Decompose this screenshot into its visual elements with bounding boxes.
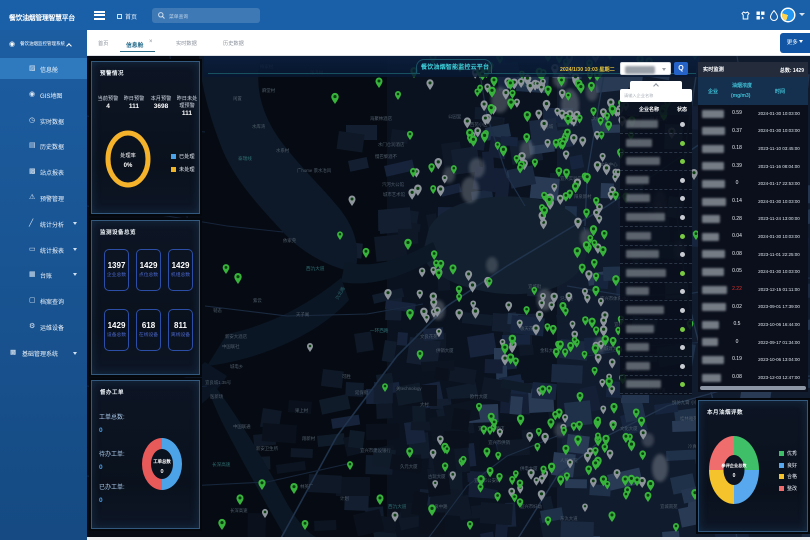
- svg-text:闲置: 闲置: [233, 95, 242, 102]
- svg-text:医新场: 医新场: [210, 393, 224, 400]
- svg-text:阳泉新村: 阳泉新村: [574, 193, 592, 200]
- svg-text:慢巴黎酒不: 慢巴黎酒不: [375, 153, 398, 160]
- svg-text:供销大厦: 供销大厦: [436, 347, 454, 354]
- svg-text:中国联通: 中国联通: [233, 423, 251, 430]
- svg-text:宜兴市供销: 宜兴市供销: [488, 439, 511, 446]
- svg-text:计划: 计划: [340, 495, 349, 502]
- svg-text:水库湾: 水库湾: [252, 123, 266, 130]
- svg-text:水门仓润酒店: 水门仓润酒店: [378, 141, 405, 148]
- svg-text:城市艺术馆: 城市艺术馆: [383, 191, 406, 198]
- svg-text:水系村: 水系村: [276, 147, 290, 153]
- svg-text:东氿大道: 东氿大道: [560, 515, 578, 522]
- svg-text:延保街: 延保街: [355, 389, 369, 396]
- svg-text:韧态: 韧态: [213, 307, 222, 314]
- svg-text:久元大厦: 久元大厦: [400, 463, 418, 470]
- svg-text:宜兴市妇幼: 宜兴市妇幼: [520, 503, 543, 510]
- svg-text:依家莞: 依家莞: [283, 237, 297, 244]
- svg-text:城电乡: 城电乡: [230, 363, 243, 370]
- svg-text:汽河大公馆: 汽河大公馆: [382, 181, 405, 188]
- svg-text:海聚林酒店: 海聚林酒店: [370, 115, 393, 122]
- svg-text:宜城南苑: 宜城南苑: [660, 503, 678, 510]
- svg-text:长深高速: 长深高速: [230, 507, 248, 514]
- svg-text:文良花苑: 文良花苑: [420, 333, 438, 340]
- svg-text:翔新村: 翔新村: [302, 435, 316, 442]
- svg-text:广home 景水冶风: 广home 景水冶风: [297, 167, 332, 174]
- svg-text:泰瑞线: 泰瑞线: [238, 155, 252, 161]
- svg-text:大村: 大村: [420, 401, 429, 408]
- svg-text:中国联社: 中国联社: [222, 343, 240, 350]
- svg-text:宜良城1.35号: 宜良城1.35号: [205, 379, 232, 386]
- svg-text:西氿大道: 西氿大道: [388, 503, 407, 510]
- svg-text:西氿大道: 西氿大道: [306, 265, 325, 272]
- svg-text:新安大酒店: 新安大酒店: [225, 333, 248, 340]
- svg-text:麻堂村: 麻堂村: [262, 87, 276, 94]
- svg-text:可胜: 可胜: [342, 373, 351, 380]
- svg-text:天子阁: 天子阁: [296, 311, 309, 318]
- svg-text:文化大厦: 文化大厦: [620, 425, 638, 432]
- svg-text:宜兴市建设银行: 宜兴市建设银行: [360, 447, 391, 454]
- svg-text:新安卫生所: 新安卫生所: [256, 445, 279, 452]
- svg-text:关technology: 关technology: [396, 385, 422, 392]
- svg-text:一环西路: 一环西路: [370, 327, 389, 334]
- svg-text:林英厂: 林英厂: [300, 483, 314, 490]
- svg-text:古玩大厦: 古玩大厦: [428, 473, 446, 480]
- svg-text:果上村: 果上村: [295, 407, 309, 414]
- svg-text:长深高速: 长深高速: [212, 461, 231, 468]
- svg-text:悦仿九霄 小区: 悦仿九霄 小区: [672, 399, 700, 406]
- svg-text:欧竹大厦: 欧竹大厦: [470, 393, 488, 400]
